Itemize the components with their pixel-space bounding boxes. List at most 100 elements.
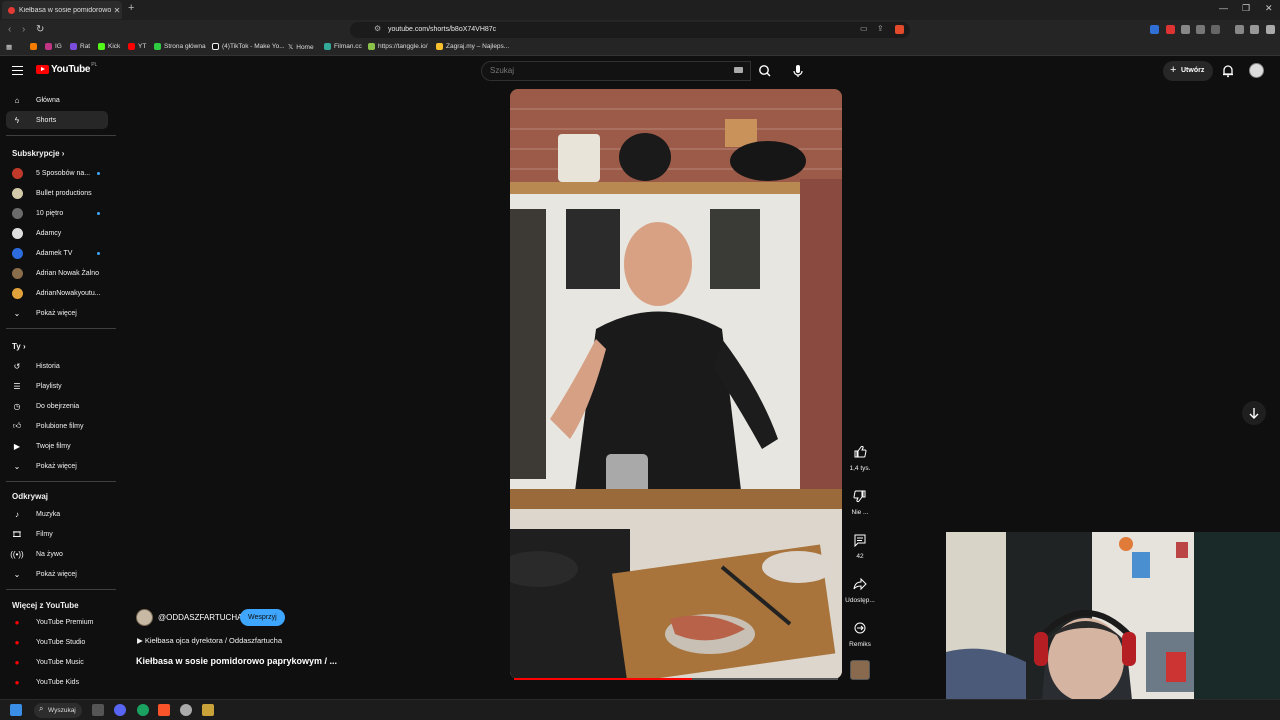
sidebar-item-watch-later[interactable]: ◷ Do obejrzenia <box>6 397 108 415</box>
forward-icon[interactable]: › <box>22 24 25 35</box>
reload-icon[interactable]: ↻ <box>36 24 44 35</box>
wallet-icon[interactable] <box>1250 25 1259 34</box>
bookmark-item[interactable]: Filman.cc <box>324 43 362 50</box>
subscription-item[interactable]: Adamcy <box>6 224 108 242</box>
sidebar-item-your-videos[interactable]: ▶ Twoje filmy <box>6 437 108 455</box>
search-button[interactable] <box>752 61 778 81</box>
remix-button[interactable]: Remiks <box>840 618 880 648</box>
short-video-player[interactable] <box>510 89 842 679</box>
comments-button[interactable]: 42 <box>840 530 880 560</box>
channel-name[interactable]: @ODDASZFARTUCHA <box>158 613 242 622</box>
sidebar-item-live[interactable]: ((•)) Na żywo <box>6 545 108 563</box>
show-more-explore[interactable]: ⌄ Pokaż więcej <box>6 565 108 583</box>
create-button[interactable]: Utwórz <box>1163 60 1213 81</box>
live-icon: ((•)) <box>10 549 24 559</box>
short-title[interactable]: Kiełbasa w sosie pomidorowo paprykowym /… <box>136 656 337 666</box>
bookmark-item[interactable] <box>30 43 40 50</box>
share-button[interactable]: Udostęp... <box>840 574 880 604</box>
bookmark-item[interactable]: (4)TikTok - Make Yo... <box>212 43 285 50</box>
extensions-menu-icon[interactable] <box>1196 25 1205 34</box>
bookmark-item[interactable]: YT <box>128 43 146 50</box>
windows-taskbar: Wyszukaj ⌕ <box>0 699 1280 720</box>
like-button[interactable]: 1,4 tys. <box>840 442 880 472</box>
bookmark-item[interactable]: Kick <box>98 43 120 50</box>
sidebar-item-youtube-music[interactable]: ● YouTube Music <box>6 653 108 671</box>
apps-grid-icon[interactable]: ▦ <box>6 43 12 51</box>
sound-thumbnail[interactable] <box>850 660 870 680</box>
app-icon[interactable] <box>202 704 214 716</box>
account-avatar[interactable] <box>1249 63 1264 78</box>
sidebar-item-history[interactable]: ↺ Historia <box>6 357 108 375</box>
obs-icon[interactable] <box>180 704 192 716</box>
site-settings-icon[interactable]: ⚙ <box>374 24 381 33</box>
tab-title: Kiełbasa w sosie pomidorowo <box>19 6 112 14</box>
browser-tab[interactable]: Kiełbasa w sosie pomidorowo ✕ <box>2 1 122 19</box>
extension-icon[interactable] <box>1181 25 1190 34</box>
bookmark-item[interactable]: https://tanggle.io/ <box>368 43 428 50</box>
channel-avatar[interactable] <box>136 609 153 626</box>
sidebar-item-youtube-studio[interactable]: ● YouTube Studio <box>6 633 108 651</box>
subscription-item[interactable]: Adamek TV <box>6 244 108 262</box>
music-icon[interactable] <box>1235 25 1244 34</box>
close-tab-icon[interactable]: ✕ <box>112 6 122 15</box>
sidebar-item-liked[interactable]: 👍︎ Polubione filmy <box>6 417 108 435</box>
channel-avatar <box>12 267 23 279</box>
bookmark-item[interactable]: IG <box>45 43 62 50</box>
show-more-you[interactable]: ⌄ Pokaż więcej <box>6 457 108 475</box>
brave-shields-icon[interactable] <box>895 25 904 34</box>
like-count: 1,4 tys. <box>849 465 871 472</box>
brave-icon[interactable] <box>158 704 170 716</box>
discord-icon[interactable] <box>114 704 126 716</box>
subscription-item[interactable]: Adrian Nowak Żalno <box>6 264 108 282</box>
extension-icon[interactable] <box>1166 25 1175 34</box>
search-input[interactable]: Szukaj <box>481 61 751 81</box>
voice-search-button[interactable] <box>788 61 808 81</box>
back-icon[interactable]: ‹ <box>8 24 11 35</box>
history-icon: ↺ <box>13 361 21 371</box>
menu-icon[interactable] <box>1266 25 1275 34</box>
show-more-subscriptions[interactable]: ⌄ Pokaż więcej <box>6 304 108 322</box>
dislike-button[interactable]: Nie ... <box>840 486 880 516</box>
install-app-icon[interactable]: ▭ <box>860 24 868 33</box>
sidebar-item-music[interactable]: ♪ Muzyka <box>6 505 108 523</box>
sidebar-item-movies[interactable]: 🎞︎ Filmy <box>6 525 108 543</box>
notifications-button[interactable] <box>1221 64 1235 83</box>
start-icon[interactable] <box>10 704 22 716</box>
sidebar-item-youtube-premium[interactable]: ● YouTube Premium <box>6 613 108 631</box>
window-close-icon[interactable]: ✕ <box>1265 3 1273 14</box>
bookmark-item[interactable]: 𝕏 Home <box>288 43 314 52</box>
you-heading[interactable]: Ty › <box>12 342 26 351</box>
bookmark-item[interactable]: Rat <box>70 43 90 50</box>
support-button[interactable]: Wesprzyj <box>240 609 285 626</box>
sidebar-item-youtube-kids[interactable]: ● YouTube Kids <box>6 673 108 691</box>
keyboard-icon[interactable] <box>734 67 743 73</box>
subscription-item[interactable]: Bullet productions <box>6 184 108 202</box>
sidebar-item-playlists[interactable]: ☰ Playlisty <box>6 377 108 395</box>
next-short-button[interactable] <box>1242 401 1266 425</box>
new-tab-icon[interactable]: + <box>128 2 134 14</box>
video-progress-bar[interactable] <box>514 678 838 680</box>
chrome-icon[interactable] <box>137 704 149 716</box>
watch-later-icon: ◷ <box>13 401 21 411</box>
task-view-icon[interactable] <box>92 704 104 716</box>
sidebar-item-shorts[interactable]: ϟ Shorts <box>6 111 108 129</box>
sidebar-toggle-icon[interactable] <box>1211 25 1220 34</box>
share-page-icon[interactable]: ⇪ <box>877 24 884 33</box>
new-content-dot <box>97 172 100 175</box>
sidebar-item-home[interactable]: ⌂ Główna <box>6 91 108 109</box>
extension-icon[interactable] <box>1150 25 1159 34</box>
comment-icon <box>854 534 866 547</box>
address-bar[interactable]: youtube.com/shorts/b8oX74VH87c <box>350 22 910 38</box>
playlist-link[interactable]: ▶ Kiełbasa ojca dyrektora / Oddaszfartuc… <box>137 636 282 645</box>
subscription-item[interactable]: 10 piętro <box>6 204 108 222</box>
subscription-item[interactable]: AdrianNowakyoutu... <box>6 284 108 302</box>
subscription-item[interactable]: 5 Sposobów na... <box>6 164 108 182</box>
bookmark-item[interactable]: Zagraj.my – Najleps... <box>436 43 509 50</box>
bookmark-item[interactable]: Strona główna <box>154 43 206 50</box>
youtube-logo[interactable]: YouTube PL <box>36 62 97 75</box>
subscriptions-heading[interactable]: Subskrypcje › <box>12 149 64 158</box>
minimize-icon[interactable]: — <box>1219 3 1228 13</box>
menu-icon[interactable] <box>12 66 23 75</box>
restore-icon[interactable]: ❐ <box>1242 3 1250 14</box>
youtube-kids-icon: ● <box>14 677 20 687</box>
